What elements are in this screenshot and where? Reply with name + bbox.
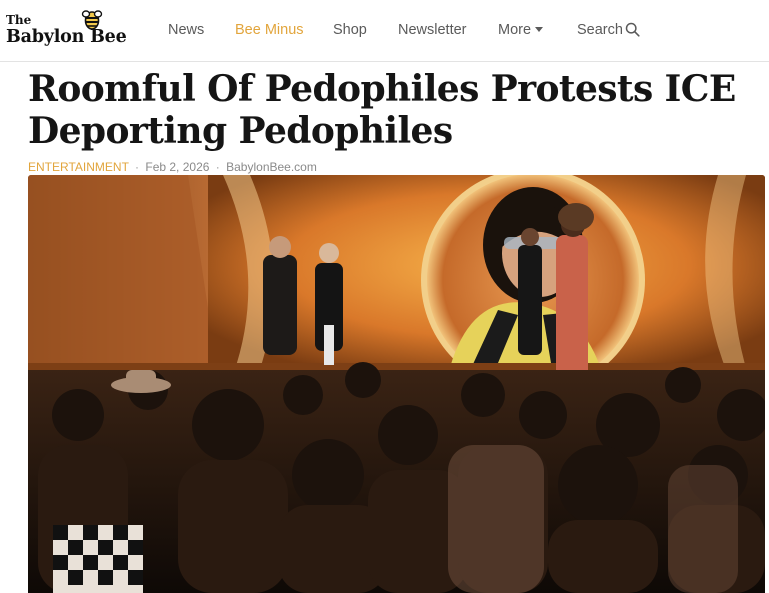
nav-item-newsletter[interactable]: Newsletter xyxy=(398,22,467,38)
logo-the-text: The xyxy=(6,13,32,27)
article-source: BabylonBee.com xyxy=(226,160,317,174)
article-category-link[interactable]: ENTERTAINMENT xyxy=(28,160,129,174)
nav-item-label: Newsletter xyxy=(398,22,467,38)
nav-item-more[interactable]: More xyxy=(498,22,544,38)
nav-item-news[interactable]: News xyxy=(168,22,204,38)
nav-item-label: Shop xyxy=(333,22,367,38)
nav-item-bee-minus[interactable]: Bee Minus xyxy=(235,22,304,38)
article-date: Feb 2, 2026 xyxy=(145,160,210,174)
byline-separator: · xyxy=(215,160,220,174)
nav-item-shop[interactable]: Shop xyxy=(333,22,367,38)
article-hero-image xyxy=(28,175,765,593)
site-header: The Babylon Bee News Bee Minus Shop News… xyxy=(0,0,769,62)
nav-item-label: News xyxy=(168,22,205,38)
byline-separator: · xyxy=(135,160,140,174)
nav-item-label: Bee Minus xyxy=(235,22,304,38)
logo-name-text: Babylon Bee xyxy=(6,27,127,47)
nav-item-search[interactable]: Search xyxy=(577,22,640,38)
hero-photo-illustration xyxy=(28,175,765,593)
article-byline: ENTERTAINMENT · Feb 2, 2026 · BabylonBee… xyxy=(28,160,317,174)
nav-item-label: More xyxy=(498,22,532,38)
nav-item-label: Search xyxy=(577,22,623,38)
article-headline: Roomful Of Pedophiles Protests ICE Depor… xyxy=(28,68,736,152)
chevron-down-icon xyxy=(535,27,544,32)
search-icon xyxy=(625,22,640,37)
site-logo[interactable]: The Babylon Bee xyxy=(6,9,138,51)
